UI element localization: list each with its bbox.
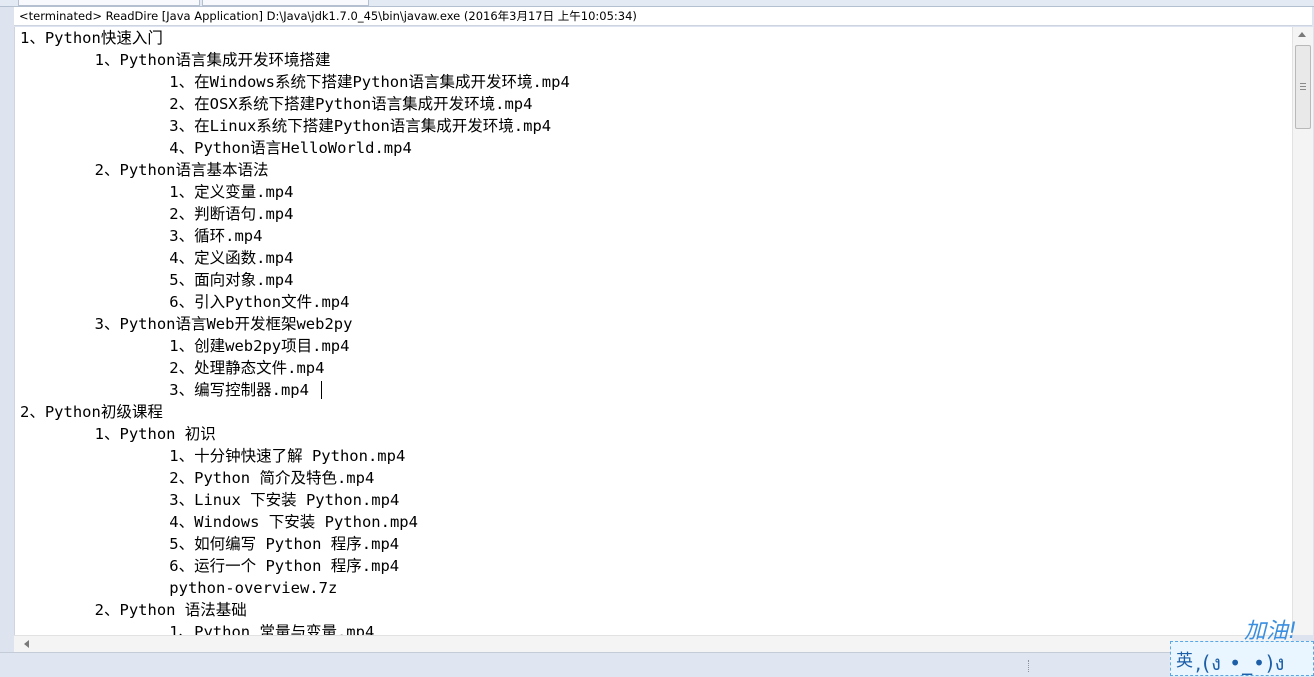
grip-line: [1300, 86, 1306, 87]
ime-skin-face: ,(ง •_•)ง: [1195, 651, 1286, 675]
console-line: 6、引入Python文件.mp4: [20, 293, 350, 311]
console-line: 3、循环.mp4: [20, 227, 263, 245]
text-caret: [321, 381, 322, 399]
console-line: 1、Python 初识: [20, 425, 216, 443]
console-line: 2、Python 简介及特色.mp4: [20, 469, 375, 487]
console-line: 4、Windows 下安装 Python.mp4: [20, 513, 418, 531]
status-separator: [1028, 660, 1031, 672]
view-tab[interactable]: [18, 0, 200, 6]
console-line: 3、Linux 下安装 Python.mp4: [20, 491, 400, 509]
console-line: 1、Python 常量与变量.mp4: [20, 623, 375, 635]
console-line: 2、Python语言基本语法: [20, 161, 269, 179]
console-line: 3、在Linux系统下搭建Python语言集成开发环境.mp4: [20, 117, 552, 135]
console-description: <terminated> ReadDire [Java Application]…: [14, 7, 1312, 26]
arrow-up-icon[interactable]: [1298, 32, 1306, 37]
console-line: python-overview.7z: [20, 579, 338, 597]
ime-mode-toggle[interactable]: 英: [1176, 646, 1193, 671]
workbench-left-edge: [0, 7, 14, 655]
console-line: 2、Python初级课程: [20, 403, 163, 421]
status-bar: [0, 652, 1314, 677]
console-line: 1、在Windows系统下搭建Python语言集成开发环境.mp4: [20, 73, 570, 91]
horizontal-scrollbar[interactable]: [14, 635, 1292, 653]
ime-status-bar[interactable]: 英 ,(ง •_•)ง: [1170, 641, 1314, 676]
console-line: 1、定义变量.mp4: [20, 183, 294, 201]
console-line: 5、如何编写 Python 程序.mp4: [20, 535, 400, 553]
console-line: 1、Python语言集成开发环境搭建: [20, 51, 331, 69]
console-line: 1、创建web2py项目.mp4: [20, 337, 350, 355]
editor-tab-strip: [0, 0, 1314, 7]
console-line: 1、十分钟快速了解 Python.mp4: [20, 447, 406, 465]
arrow-left-icon[interactable]: [24, 640, 29, 648]
console-line: 2、Python 语法基础: [20, 601, 247, 619]
view-tab[interactable]: [202, 0, 369, 6]
console-output[interactable]: 1、Python快速入门 1、Python语言集成开发环境搭建 1、在Windo…: [14, 27, 1293, 635]
console-line: 5、面向对象.mp4: [20, 271, 294, 289]
console-line: 2、处理静态文件.mp4: [20, 359, 325, 377]
console-line: 4、Python语言HelloWorld.mp4: [20, 139, 412, 157]
scroll-thumb[interactable]: [1295, 45, 1311, 129]
console-line: 4、定义函数.mp4: [20, 249, 294, 267]
console-line: 1、Python快速入门: [20, 29, 163, 47]
console-line: 2、在OSX系统下搭建Python语言集成开发环境.mp4: [20, 95, 533, 113]
console-line: 3、编写控制器.mp4: [20, 381, 309, 399]
console-line: 2、判断语句.mp4: [20, 205, 294, 223]
grip-line: [1300, 83, 1306, 84]
vertical-scrollbar[interactable]: [1292, 27, 1313, 635]
console-line: 6、运行一个 Python 程序.mp4: [20, 557, 400, 575]
grip-line: [1300, 89, 1306, 90]
console-line: 3、Python语言Web开发框架web2py: [20, 315, 353, 333]
